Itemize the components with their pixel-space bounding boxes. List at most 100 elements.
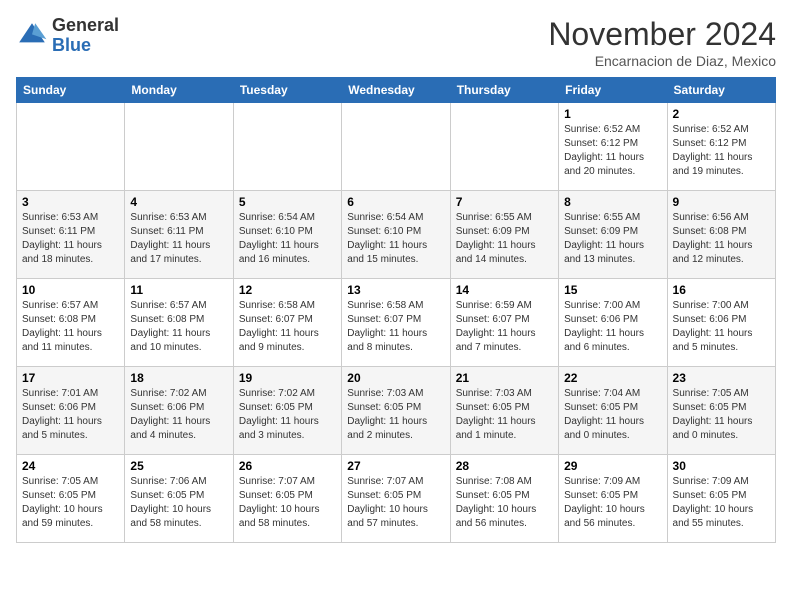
calendar-week-3: 10Sunrise: 6:57 AM Sunset: 6:08 PM Dayli… <box>17 279 776 367</box>
calendar-cell: 19 Sunrise: 7:02 AM Sunset: 6:05 PM Dayli… <box>233 367 341 455</box>
logo: General Blue <box>16 16 119 56</box>
day-number: 14 <box>456 283 553 297</box>
day-number: 30 <box>673 459 770 473</box>
calendar-cell: 13 Sunrise: 6:58 AM Sunset: 6:07 PM Dayli… <box>342 279 450 367</box>
title-block: November 2024 Encarnacion de Diaz, Mexic… <box>548 16 776 69</box>
weekday-header-tuesday: Tuesday <box>233 78 341 103</box>
calendar-cell: 9 Sunrise: 6:56 AM Sunset: 6:08 PM Daylig… <box>667 191 775 279</box>
calendar-cell: 3 Sunrise: 6:53 AM Sunset: 6:11 PM Daylig… <box>17 191 125 279</box>
month-title: November 2024 <box>548 16 776 53</box>
calendar-cell <box>233 103 341 191</box>
day-number: 25 <box>130 459 227 473</box>
day-info: Sunrise: 6:53 AM Sunset: 6:11 PM Dayligh… <box>130 211 227 267</box>
day-info: Sunrise: 7:05 AM Sunset: 6:05 PM Dayligh… <box>673 387 770 443</box>
day-info: Sunrise: 6:58 AM Sunset: 6:07 PM Dayligh… <box>239 299 336 355</box>
day-number: 20 <box>347 371 444 385</box>
weekday-header-thursday: Thursday <box>450 78 558 103</box>
day-number: 27 <box>347 459 444 473</box>
calendar-cell: 12 Sunrise: 6:58 AM Sunset: 6:07 PM Dayli… <box>233 279 341 367</box>
day-number: 18 <box>130 371 227 385</box>
calendar-cell: 8 Sunrise: 6:55 AM Sunset: 6:09 PM Daylig… <box>559 191 667 279</box>
day-info: Sunrise: 6:55 AM Sunset: 6:09 PM Dayligh… <box>456 211 553 267</box>
day-number: 16 <box>673 283 770 297</box>
day-number: 12 <box>239 283 336 297</box>
page-header: General Blue November 2024 Encarnacion d… <box>16 16 776 69</box>
day-number: 15 <box>564 283 661 297</box>
day-info: Sunrise: 7:00 AM Sunset: 6:06 PM Dayligh… <box>673 299 770 355</box>
day-info: Sunrise: 6:56 AM Sunset: 6:08 PM Dayligh… <box>673 211 770 267</box>
calendar-week-4: 17Sunrise: 7:01 AM Sunset: 6:06 PM Dayli… <box>17 367 776 455</box>
day-info: Sunrise: 7:09 AM Sunset: 6:05 PM Dayligh… <box>564 475 661 531</box>
day-info: Sunrise: 7:04 AM Sunset: 6:05 PM Dayligh… <box>564 387 661 443</box>
calendar-cell: 22 Sunrise: 7:04 AM Sunset: 6:05 PM Dayli… <box>559 367 667 455</box>
day-info: Sunrise: 7:00 AM Sunset: 6:06 PM Dayligh… <box>564 299 661 355</box>
day-info: Sunrise: 7:08 AM Sunset: 6:05 PM Dayligh… <box>456 475 553 531</box>
day-info: Sunrise: 7:03 AM Sunset: 6:05 PM Dayligh… <box>347 387 444 443</box>
day-number: 3 <box>22 195 119 209</box>
calendar-week-2: 3 Sunrise: 6:53 AM Sunset: 6:11 PM Daylig… <box>17 191 776 279</box>
calendar-cell: 10Sunrise: 6:57 AM Sunset: 6:08 PM Dayli… <box>17 279 125 367</box>
day-number: 8 <box>564 195 661 209</box>
calendar-cell: 14 Sunrise: 6:59 AM Sunset: 6:07 PM Dayli… <box>450 279 558 367</box>
day-info: Sunrise: 7:02 AM Sunset: 6:06 PM Dayligh… <box>130 387 227 443</box>
day-number: 2 <box>673 107 770 121</box>
day-number: 7 <box>456 195 553 209</box>
calendar-cell: 17Sunrise: 7:01 AM Sunset: 6:06 PM Dayli… <box>17 367 125 455</box>
day-number: 5 <box>239 195 336 209</box>
calendar-cell: 23 Sunrise: 7:05 AM Sunset: 6:05 PM Dayli… <box>667 367 775 455</box>
weekday-header-sunday: Sunday <box>17 78 125 103</box>
day-number: 29 <box>564 459 661 473</box>
calendar-header-row: SundayMondayTuesdayWednesdayThursdayFrid… <box>17 78 776 103</box>
day-number: 28 <box>456 459 553 473</box>
calendar-week-5: 24Sunrise: 7:05 AM Sunset: 6:05 PM Dayli… <box>17 455 776 543</box>
calendar-cell: 26 Sunrise: 7:07 AM Sunset: 6:05 PM Dayli… <box>233 455 341 543</box>
day-number: 4 <box>130 195 227 209</box>
calendar-cell: 27Sunrise: 7:07 AM Sunset: 6:05 PM Dayli… <box>342 455 450 543</box>
day-number: 19 <box>239 371 336 385</box>
day-info: Sunrise: 6:55 AM Sunset: 6:09 PM Dayligh… <box>564 211 661 267</box>
day-info: Sunrise: 6:54 AM Sunset: 6:10 PM Dayligh… <box>239 211 336 267</box>
calendar-cell: 25 Sunrise: 7:06 AM Sunset: 6:05 PM Dayli… <box>125 455 233 543</box>
calendar-cell: 15 Sunrise: 7:00 AM Sunset: 6:06 PM Dayli… <box>559 279 667 367</box>
calendar-cell: 21Sunrise: 7:03 AM Sunset: 6:05 PM Dayli… <box>450 367 558 455</box>
calendar-cell: 11 Sunrise: 6:57 AM Sunset: 6:08 PM Dayli… <box>125 279 233 367</box>
day-info: Sunrise: 7:07 AM Sunset: 6:05 PM Dayligh… <box>239 475 336 531</box>
day-number: 26 <box>239 459 336 473</box>
calendar-cell: 28 Sunrise: 7:08 AM Sunset: 6:05 PM Dayli… <box>450 455 558 543</box>
day-number: 6 <box>347 195 444 209</box>
calendar-cell: 5 Sunrise: 6:54 AM Sunset: 6:10 PM Daylig… <box>233 191 341 279</box>
day-info: Sunrise: 6:58 AM Sunset: 6:07 PM Dayligh… <box>347 299 444 355</box>
calendar-cell: 29 Sunrise: 7:09 AM Sunset: 6:05 PM Dayli… <box>559 455 667 543</box>
logo-icon <box>16 20 48 52</box>
weekday-header-saturday: Saturday <box>667 78 775 103</box>
calendar-cell: 20 Sunrise: 7:03 AM Sunset: 6:05 PM Dayli… <box>342 367 450 455</box>
calendar-cell: 7 Sunrise: 6:55 AM Sunset: 6:09 PM Daylig… <box>450 191 558 279</box>
calendar-cell: 4 Sunrise: 6:53 AM Sunset: 6:11 PM Daylig… <box>125 191 233 279</box>
calendar-cell: 30 Sunrise: 7:09 AM Sunset: 6:05 PM Dayli… <box>667 455 775 543</box>
day-info: Sunrise: 6:53 AM Sunset: 6:11 PM Dayligh… <box>22 211 119 267</box>
day-number: 24 <box>22 459 119 473</box>
day-info: Sunrise: 7:02 AM Sunset: 6:05 PM Dayligh… <box>239 387 336 443</box>
day-info: Sunrise: 6:52 AM Sunset: 6:12 PM Dayligh… <box>564 123 661 179</box>
weekday-header-wednesday: Wednesday <box>342 78 450 103</box>
day-info: Sunrise: 6:52 AM Sunset: 6:12 PM Dayligh… <box>673 123 770 179</box>
location: Encarnacion de Diaz, Mexico <box>548 53 776 69</box>
calendar-cell: 6 Sunrise: 6:54 AM Sunset: 6:10 PM Daylig… <box>342 191 450 279</box>
calendar-cell <box>125 103 233 191</box>
day-number: 9 <box>673 195 770 209</box>
calendar-cell <box>17 103 125 191</box>
day-info: Sunrise: 7:09 AM Sunset: 6:05 PM Dayligh… <box>673 475 770 531</box>
day-info: Sunrise: 6:54 AM Sunset: 6:10 PM Dayligh… <box>347 211 444 267</box>
calendar-table: SundayMondayTuesdayWednesdayThursdayFrid… <box>16 77 776 543</box>
day-number: 1 <box>564 107 661 121</box>
day-number: 23 <box>673 371 770 385</box>
day-info: Sunrise: 6:57 AM Sunset: 6:08 PM Dayligh… <box>130 299 227 355</box>
logo-text: General Blue <box>52 16 119 56</box>
calendar-cell: 24Sunrise: 7:05 AM Sunset: 6:05 PM Dayli… <box>17 455 125 543</box>
day-number: 11 <box>130 283 227 297</box>
day-info: Sunrise: 7:06 AM Sunset: 6:05 PM Dayligh… <box>130 475 227 531</box>
day-info: Sunrise: 6:59 AM Sunset: 6:07 PM Dayligh… <box>456 299 553 355</box>
day-number: 22 <box>564 371 661 385</box>
calendar-cell: 2 Sunrise: 6:52 AM Sunset: 6:12 PM Daylig… <box>667 103 775 191</box>
day-number: 13 <box>347 283 444 297</box>
